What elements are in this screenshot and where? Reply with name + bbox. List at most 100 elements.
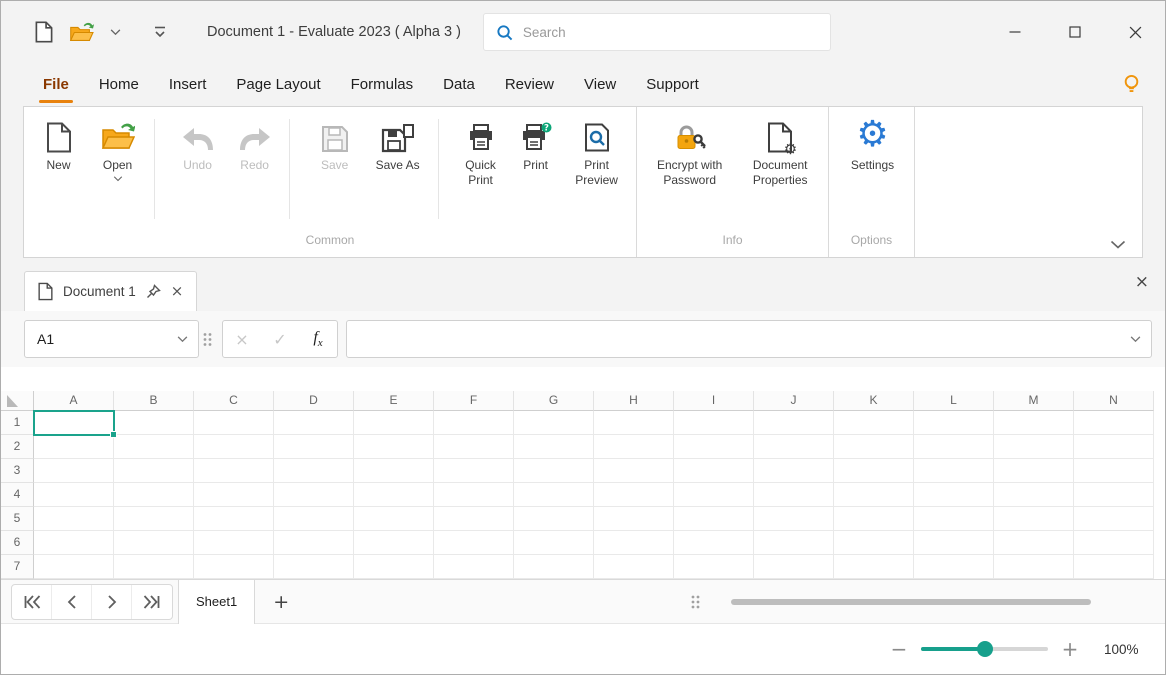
close-tab-icon[interactable]: × xyxy=(171,284,184,299)
cell-N7[interactable] xyxy=(1074,555,1154,579)
tips-button[interactable] xyxy=(1124,74,1139,95)
cell-J5[interactable] xyxy=(754,507,834,531)
search-box[interactable] xyxy=(482,13,831,51)
cell-L3[interactable] xyxy=(914,459,994,483)
column-header-F[interactable]: F xyxy=(434,391,514,411)
cell-D4[interactable] xyxy=(274,483,354,507)
cell-E4[interactable] xyxy=(354,483,434,507)
cell-B1[interactable] xyxy=(114,411,194,435)
cell-B5[interactable] xyxy=(114,507,194,531)
document-properties-button[interactable]: ⚙ Document Properties xyxy=(738,117,822,188)
save-button[interactable]: Save xyxy=(308,117,361,173)
cell-I3[interactable] xyxy=(674,459,754,483)
add-sheet-button[interactable]: + xyxy=(271,591,291,613)
chevron-down-icon[interactable] xyxy=(1130,335,1141,343)
previous-sheet-button[interactable] xyxy=(52,584,92,619)
cell-L2[interactable] xyxy=(914,435,994,459)
cell-J6[interactable] xyxy=(754,531,834,555)
cell-K3[interactable] xyxy=(834,459,914,483)
cell-M1[interactable] xyxy=(994,411,1074,435)
cell-B3[interactable] xyxy=(114,459,194,483)
cell-A2[interactable] xyxy=(34,435,114,459)
cell-H5[interactable] xyxy=(594,507,674,531)
print-preview-button[interactable]: Print Preview xyxy=(563,117,630,188)
cell-J1[interactable] xyxy=(754,411,834,435)
cell-A7[interactable] xyxy=(34,555,114,579)
cell-N1[interactable] xyxy=(1074,411,1154,435)
open-dropdown-button[interactable] xyxy=(110,28,121,36)
cell-M6[interactable] xyxy=(994,531,1074,555)
zoom-slider-thumb[interactable] xyxy=(976,641,993,657)
cell-D6[interactable] xyxy=(274,531,354,555)
cell-C2[interactable] xyxy=(194,435,274,459)
cell-C3[interactable] xyxy=(194,459,274,483)
open-document-quick-button[interactable] xyxy=(69,21,94,44)
cell-D1[interactable] xyxy=(274,411,354,435)
tab-support[interactable]: Support xyxy=(631,63,714,106)
chevron-down-icon[interactable] xyxy=(177,335,188,343)
sheetbar-drag-handle[interactable] xyxy=(691,594,700,609)
cell-B7[interactable] xyxy=(114,555,194,579)
cell-A5[interactable] xyxy=(34,507,114,531)
search-input[interactable] xyxy=(522,24,818,40)
sheet-tab-sheet1[interactable]: Sheet1 xyxy=(178,578,256,624)
cell-H2[interactable] xyxy=(594,435,674,459)
tab-home[interactable]: Home xyxy=(84,63,154,106)
cell-H7[interactable] xyxy=(594,555,674,579)
cell-F6[interactable] xyxy=(434,531,514,555)
cell-C6[interactable] xyxy=(194,531,274,555)
cell-H4[interactable] xyxy=(594,483,674,507)
cell-I1[interactable] xyxy=(674,411,754,435)
cell-E2[interactable] xyxy=(354,435,434,459)
cell-D3[interactable] xyxy=(274,459,354,483)
cell-J7[interactable] xyxy=(754,555,834,579)
formula-input[interactable] xyxy=(357,331,1130,347)
document-tab[interactable]: Document 1 × xyxy=(24,271,198,311)
cell-A6[interactable] xyxy=(34,531,114,555)
tab-data[interactable]: Data xyxy=(428,63,490,106)
cell-K4[interactable] xyxy=(834,483,914,507)
collapse-ribbon-button[interactable] xyxy=(1110,240,1126,249)
formula-bar-drag-handle[interactable] xyxy=(203,332,212,347)
cell-H1[interactable] xyxy=(594,411,674,435)
cell-L6[interactable] xyxy=(914,531,994,555)
cell-E7[interactable] xyxy=(354,555,434,579)
cell-K5[interactable] xyxy=(834,507,914,531)
cell-K6[interactable] xyxy=(834,531,914,555)
cell-E5[interactable] xyxy=(354,507,434,531)
tab-formulas[interactable]: Formulas xyxy=(336,63,429,106)
cell-L7[interactable] xyxy=(914,555,994,579)
cell-F5[interactable] xyxy=(434,507,514,531)
confirm-entry-button[interactable]: ✓ xyxy=(261,321,299,357)
cancel-entry-button[interactable]: × xyxy=(223,321,261,357)
cell-F7[interactable] xyxy=(434,555,514,579)
cell-N2[interactable] xyxy=(1074,435,1154,459)
column-header-A[interactable]: A xyxy=(34,391,114,411)
column-header-C[interactable]: C xyxy=(194,391,274,411)
customize-toolbar-button[interactable] xyxy=(153,25,167,39)
cell-E1[interactable] xyxy=(354,411,434,435)
cell-M4[interactable] xyxy=(994,483,1074,507)
horizontal-scrollbar[interactable] xyxy=(731,598,1091,605)
row-header-3[interactable]: 3 xyxy=(1,459,34,483)
cell-G5[interactable] xyxy=(514,507,594,531)
first-sheet-button[interactable] xyxy=(12,584,52,619)
settings-button[interactable]: ⚙ Settings xyxy=(838,117,908,173)
row-header-7[interactable]: 7 xyxy=(1,555,34,579)
cell-N6[interactable] xyxy=(1074,531,1154,555)
cell-B2[interactable] xyxy=(114,435,194,459)
encrypt-with-password-button[interactable]: Encrypt with Password xyxy=(645,117,734,188)
column-header-L[interactable]: L xyxy=(914,391,994,411)
print-button[interactable]: ? Print xyxy=(512,117,559,173)
cell-C5[interactable] xyxy=(194,507,274,531)
column-header-N[interactable]: N xyxy=(1074,391,1154,411)
insert-function-button[interactable]: fx xyxy=(299,321,337,357)
cell-A1[interactable] xyxy=(33,410,117,438)
column-header-K[interactable]: K xyxy=(834,391,914,411)
cell-F4[interactable] xyxy=(434,483,514,507)
new-document-quick-button[interactable] xyxy=(35,21,53,43)
cell-K2[interactable] xyxy=(834,435,914,459)
cell-G3[interactable] xyxy=(514,459,594,483)
new-button[interactable]: New xyxy=(32,117,85,173)
pin-icon[interactable] xyxy=(146,284,161,299)
